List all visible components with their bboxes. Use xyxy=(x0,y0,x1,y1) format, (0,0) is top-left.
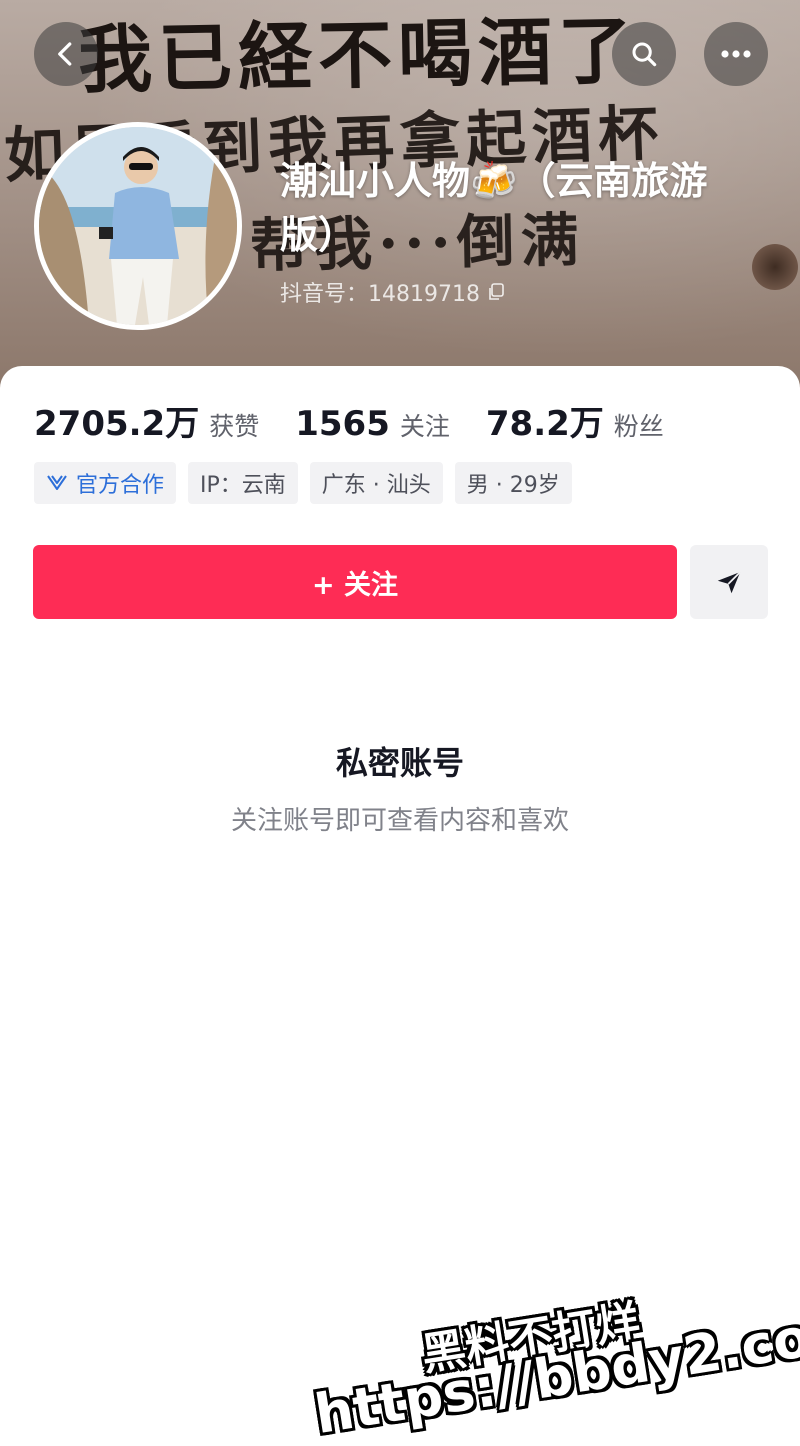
stat-followers[interactable]: 78.2万 粉丝 xyxy=(486,396,664,445)
search-icon xyxy=(632,42,657,67)
douyin-id-text: 抖音号：14819718 xyxy=(280,282,480,307)
follow-button[interactable]: + 关注 xyxy=(33,545,677,619)
private-account-subtitle: 关注账号即可查看内容和喜欢 xyxy=(230,806,569,836)
nickname: 潮汕小人物🍻（云南旅游版） xyxy=(280,159,708,257)
copy-icon[interactable] xyxy=(486,282,506,302)
stats-row: 2705.2万 获赞 1565 关注 78.2万 粉丝 xyxy=(34,396,700,445)
avatar[interactable] xyxy=(34,122,242,330)
more-button[interactable] xyxy=(704,22,768,86)
stat-likes-value: 2705.2万 xyxy=(34,404,200,444)
stat-following-label: 关注 xyxy=(399,412,450,441)
back-button[interactable] xyxy=(34,22,98,86)
tag-location: 广东 · 汕头 xyxy=(309,462,443,504)
share-button[interactable] xyxy=(690,545,768,619)
douyin-id[interactable]: 抖音号：14819718 xyxy=(280,276,506,308)
tag-official-label: 官方合作 xyxy=(76,473,165,498)
send-icon xyxy=(717,571,741,594)
private-account-title: 私密账号 xyxy=(335,744,464,782)
chevron-left-icon xyxy=(58,42,72,66)
profile-card: 2705.2万 获赞 1565 关注 78.2万 粉丝 官方合作 IP：云南 广… xyxy=(0,366,800,1440)
profile-tags: 官方合作 IP：云南 广东 · 汕头 男 · 29岁 xyxy=(34,462,572,504)
tag-gender-age: 男 · 29岁 xyxy=(454,462,572,504)
search-button[interactable] xyxy=(612,22,676,86)
tag-official-partner[interactable]: 官方合作 xyxy=(34,462,177,504)
stat-likes-label: 获赞 xyxy=(209,412,260,441)
avatar-photo xyxy=(39,127,237,325)
profile-header-banner: 我已経不喝酒了 如果看到我再拿起酒杯 帮我···倒满 潮汕小人物🍻（云南旅游版）… xyxy=(0,0,800,400)
stat-likes[interactable]: 2705.2万 获赞 xyxy=(34,396,259,445)
stat-followers-value: 78.2万 xyxy=(485,404,604,444)
more-icon xyxy=(721,50,751,58)
stat-following-value: 1565 xyxy=(295,404,390,444)
stat-followers-label: 粉丝 xyxy=(613,412,664,441)
stat-following[interactable]: 1565 关注 xyxy=(295,404,450,444)
official-partner-icon xyxy=(47,475,67,490)
tag-ip: IP：云南 xyxy=(188,462,298,504)
